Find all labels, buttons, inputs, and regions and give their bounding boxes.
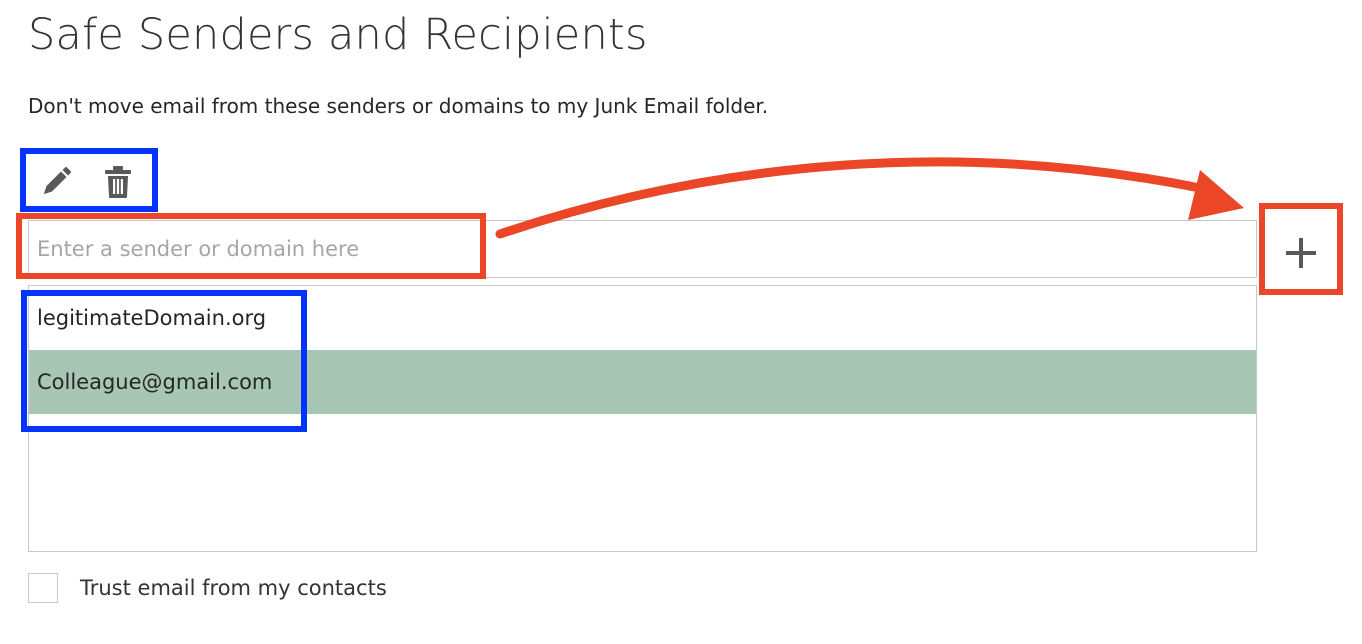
plus-icon (1286, 238, 1316, 268)
trust-contacts-checkbox[interactable] (28, 573, 58, 603)
trust-contacts-row: Trust email from my contacts (28, 572, 387, 604)
trash-icon (105, 166, 131, 198)
edit-button[interactable] (38, 164, 74, 200)
annotation-arrow-head (1188, 170, 1244, 220)
page-title: Safe Senders and Recipients (28, 10, 648, 60)
safe-senders-list[interactable]: legitimateDomain.org Colleague@gmail.com (28, 285, 1257, 552)
trust-contacts-label: Trust email from my contacts (80, 576, 387, 600)
list-item-colleague[interactable]: Colleague@gmail.com (29, 350, 1256, 414)
list-toolbar (28, 158, 148, 206)
pencil-icon (44, 167, 71, 194)
add-button[interactable] (1270, 218, 1332, 288)
page-description: Don't move email from these senders or d… (28, 94, 769, 118)
delete-button[interactable] (100, 164, 136, 200)
sender-domain-input[interactable] (28, 220, 1257, 278)
list-item-legitimatedomain[interactable]: legitimateDomain.org (29, 286, 1256, 350)
